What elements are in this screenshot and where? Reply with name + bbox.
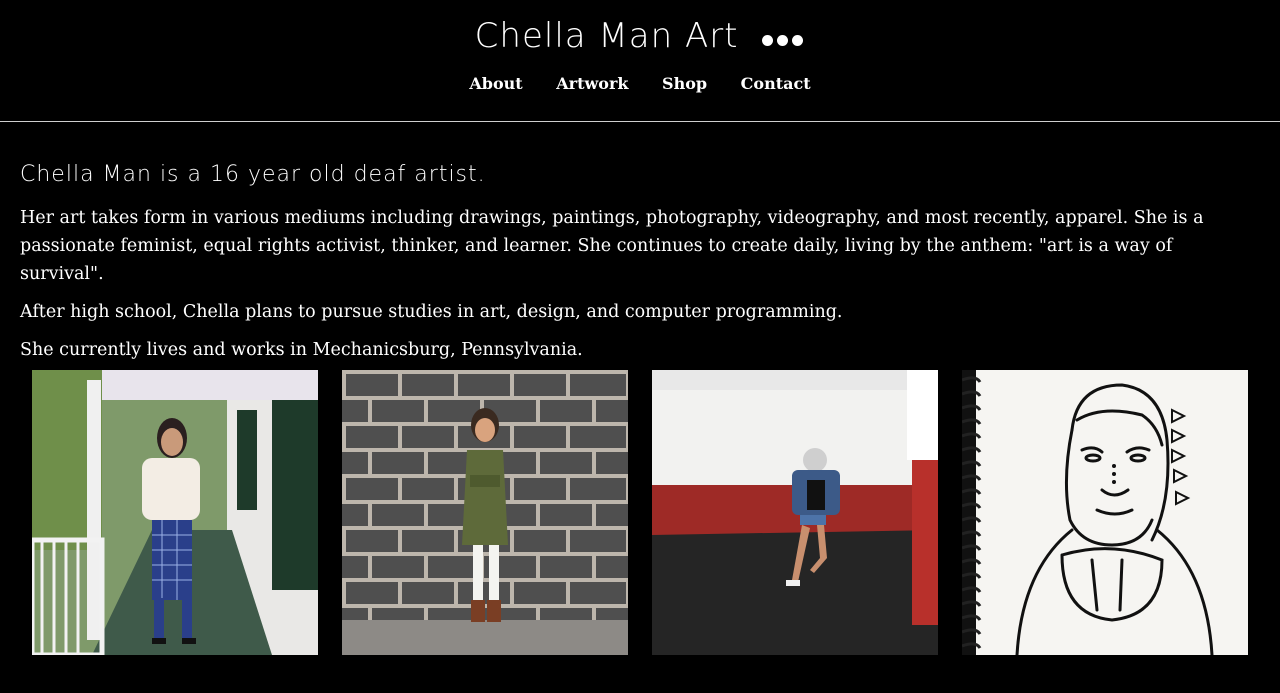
nav-about[interactable]: About — [469, 74, 522, 93]
site-title[interactable]: Chella Man Art — [0, 14, 1280, 60]
page-tagline: Chella Man is a 16 year old deaf artist. — [20, 162, 486, 187]
site-title-text[interactable]: Chella Man Art — [475, 16, 739, 56]
nav-contact[interactable]: Contact — [741, 74, 811, 93]
about-content: Chella Man is a 16 year old deaf artist.… — [0, 160, 1280, 364]
gallery-image-red-wall[interactable] — [652, 370, 938, 655]
location-paragraph: She currently lives and works in Mechani… — [20, 340, 583, 360]
nav-shop[interactable]: Shop — [662, 74, 707, 93]
main-nav: About Artwork Shop Contact — [0, 74, 1280, 93]
site-header: Chella Man Art About Artwork Shop Contac… — [0, 0, 1280, 122]
nav-artwork[interactable]: Artwork — [556, 74, 628, 93]
gallery-image-porch[interactable] — [32, 370, 318, 655]
more-dots-icon[interactable] — [760, 13, 805, 57]
plans-paragraph: After high school, Chella plans to pursu… — [20, 302, 843, 322]
bio-paragraph: Her art takes form in various mediums in… — [20, 208, 1204, 284]
gallery-image-cinderblock[interactable] — [342, 370, 628, 655]
gallery-image-sketchbook[interactable] — [962, 370, 1248, 655]
image-gallery — [0, 370, 1280, 656]
